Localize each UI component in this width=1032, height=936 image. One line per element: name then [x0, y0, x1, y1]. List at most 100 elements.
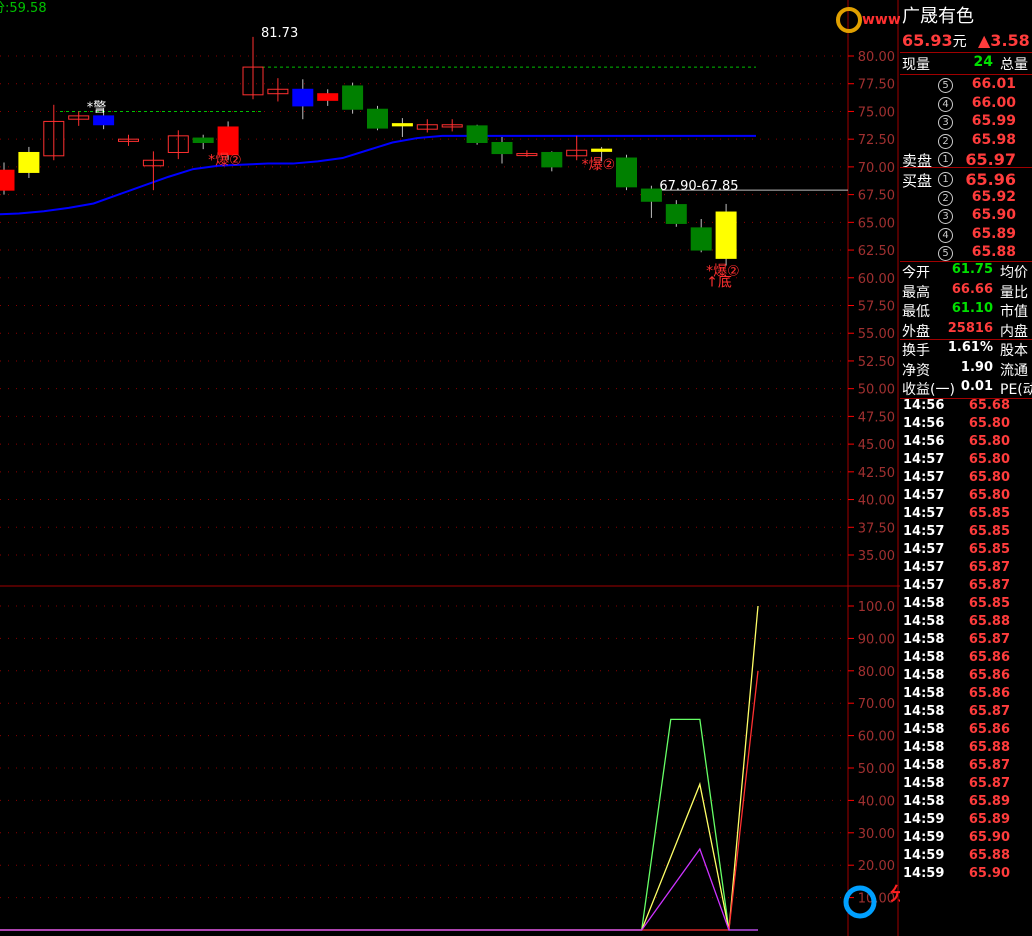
candle-body — [367, 108, 388, 129]
tick-time: 14:58 — [903, 614, 945, 629]
ask-row: 66.00 4 — [900, 95, 1030, 113]
tick-time: 14:57 — [903, 470, 945, 485]
candle-body — [541, 151, 563, 168]
level-marker: 1 — [938, 172, 953, 187]
candle-body — [466, 125, 488, 143]
level-marker: 1 — [938, 152, 953, 167]
tick-time: 14:57 — [903, 506, 945, 521]
ask-price: 65.99 — [971, 113, 1016, 129]
y-tick-label: 40.00 — [858, 494, 895, 509]
bid-row: 买盘 65.96 1 — [900, 170, 1030, 190]
tick-row: 14:56 65.80 — [902, 434, 1030, 452]
bid-price: 65.96 — [965, 170, 1016, 189]
bid-row: 65.92 2 — [900, 189, 1030, 207]
ask-row: 65.98 2 — [900, 132, 1030, 150]
y-tick-label: 75.00 — [858, 105, 895, 120]
tick-row: 14:57 65.87 — [902, 578, 1030, 596]
tick-time: 14:56 — [903, 434, 945, 449]
stat-label: 最高 — [902, 284, 930, 301]
y-tick-label: 40.00 — [858, 794, 895, 809]
tick-time: 14:58 — [903, 758, 945, 773]
tick-row: 14:58 65.88 — [902, 740, 1030, 758]
stat-value: 1.61% — [947, 340, 993, 355]
tick-price: 65.87 — [968, 776, 1010, 791]
stat-right-label: 内盘 — [1000, 323, 1028, 340]
stat-right-label: 均价 — [1000, 265, 1028, 281]
tick-price: 65.86 — [968, 722, 1010, 737]
candle-body — [192, 137, 214, 143]
stat-right-label: 市值 — [1000, 304, 1028, 320]
y-tick-label: 70.00 — [858, 161, 895, 176]
candle-body — [342, 85, 364, 110]
tick-time: 14:58 — [903, 740, 945, 755]
bid-price: 65.88 — [971, 244, 1016, 260]
indicator-line — [0, 670, 759, 931]
tick-row: 14:58 65.87 — [902, 704, 1030, 722]
stat-label: 收益(一) — [902, 382, 955, 398]
bid-row: 65.90 3 — [900, 207, 1030, 225]
ask-price: 65.98 — [971, 131, 1016, 148]
stat-value: 0.01 — [960, 379, 993, 394]
bid-row: 65.88 5 — [900, 244, 1030, 262]
y-tick-label: 62.50 — [858, 244, 895, 259]
tick-time: 14:58 — [903, 596, 945, 611]
quote-panel: 广晟有色 65.93元 ▲3.58 现量 24 总量 66.01 5 66.00 4 6… — [900, 0, 1032, 936]
tick-price: 65.87 — [968, 560, 1010, 575]
tick-time: 14:57 — [903, 452, 945, 467]
stat-row: 净资 1.90 流通 — [902, 360, 1030, 379]
y-tick-label: 55.00 — [858, 327, 895, 342]
watermark-bottom-cn: 分析家公式网 — [890, 883, 900, 905]
indicator-label: 分:59.58 — [0, 1, 47, 16]
tick-row: 14:58 65.86 — [902, 650, 1030, 668]
candle-body — [640, 188, 662, 202]
tick-row: 14:58 65.88 — [902, 614, 1030, 632]
tick-row: 14:58 65.86 — [902, 686, 1030, 704]
tick-row: 14:57 65.87 — [902, 560, 1030, 578]
watermark-top: www.55188.com — [862, 12, 900, 28]
kline-chart: 80.00 77.50 75.00 72.50 70.00 67.50 65.00 62.50… — [0, 0, 900, 936]
chart-annotation: 67.90-67.85 — [659, 179, 738, 194]
y-tick-label: 60.00 — [858, 730, 895, 745]
tick-row: 14:58 65.86 — [902, 668, 1030, 686]
tick-price: 65.85 — [968, 542, 1010, 557]
indicator-line — [0, 605, 759, 931]
y-tick-label: 67.50 — [858, 189, 895, 204]
tick-price: 65.80 — [968, 452, 1010, 467]
candle-body — [0, 169, 15, 191]
tick-row: 14:57 65.80 — [902, 452, 1030, 470]
candle-body — [93, 115, 115, 126]
tick-price: 65.86 — [968, 686, 1010, 701]
tick-time: 14:57 — [903, 488, 945, 503]
candle-body — [217, 126, 239, 156]
chart-annotation: ↑底 — [706, 275, 732, 291]
tick-row: 14:59 65.90 — [902, 830, 1030, 848]
tick-price: 65.80 — [968, 416, 1010, 431]
tick-time: 14:57 — [903, 578, 945, 593]
tick-row: 14:57 65.80 — [902, 470, 1030, 488]
tick-row: 14:58 65.87 — [902, 758, 1030, 776]
stat-right-label: 量比 — [1000, 284, 1028, 301]
tick-time: 14:58 — [903, 668, 945, 683]
tick-price: 65.85 — [968, 524, 1010, 539]
bid-price: 65.92 — [971, 188, 1016, 205]
y-tick-label: 37.50 — [858, 521, 895, 536]
tick-price: 65.89 — [968, 794, 1010, 809]
tick-time: 14:57 — [903, 524, 945, 539]
y-tick-label: 77.50 — [858, 78, 895, 93]
y-tick-label: 50.00 — [858, 383, 895, 398]
tick-row: 14:57 65.85 — [902, 506, 1030, 524]
stat-label: 换手 — [902, 343, 930, 359]
volume-row: 现量 24 总量 — [902, 54, 1028, 73]
y-tick-label: 42.50 — [858, 466, 895, 481]
y-tick-label: 65.00 — [858, 216, 895, 231]
bid-price: 65.90 — [971, 207, 1016, 223]
tick-row: 14:57 65.85 — [902, 542, 1030, 560]
tick-price: 65.68 — [968, 398, 1010, 413]
tick-time: 14:56 — [903, 398, 945, 413]
tick-price: 65.86 — [968, 668, 1010, 683]
tick-time: 14:59 — [903, 848, 945, 863]
level-marker: 2 — [938, 133, 953, 149]
y-tick-label: 90.00 — [858, 632, 895, 647]
stock-name: 广晟有色 — [902, 6, 974, 27]
logo-mark-top — [836, 7, 862, 33]
